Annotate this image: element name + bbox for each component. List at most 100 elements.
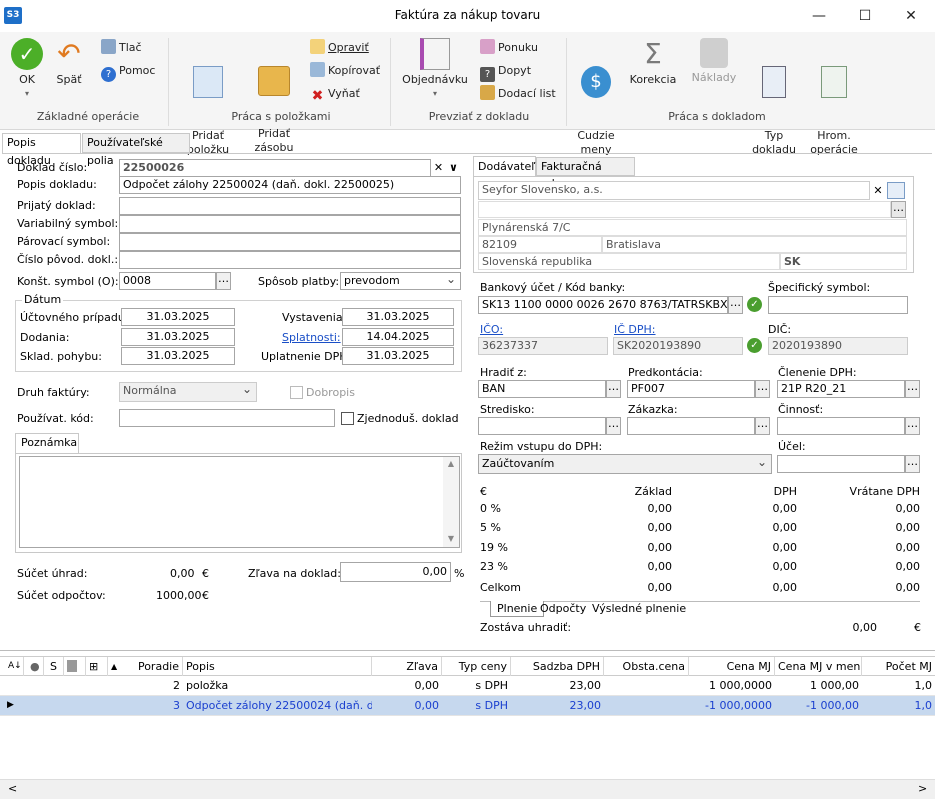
vat-date-field[interactable]: 31.03.2025	[342, 347, 454, 365]
tab-line	[2, 153, 932, 154]
pay-from-field[interactable]: BAN	[478, 380, 606, 398]
minimize-button[interactable]: —	[796, 0, 842, 32]
const-symbol-field[interactable]: 0008	[119, 272, 216, 290]
precontation-lookup-button[interactable]: …	[755, 380, 770, 398]
inquiry-button[interactable]: ? Dopyt	[480, 61, 532, 82]
supplier-name-field[interactable]: Seyfor Slovensko, a.s.	[478, 181, 870, 200]
sort-icon[interactable]: A↓	[5, 657, 24, 676]
supplier-lookup-button[interactable]: …	[891, 201, 906, 218]
supplier-extra-field[interactable]	[478, 201, 891, 218]
tab-supplier[interactable]: Dodávateľ	[473, 156, 536, 177]
user-code-label: Používat. kód:	[17, 412, 94, 425]
stock-date-field[interactable]: 31.03.2025	[121, 347, 235, 365]
received-doc-field[interactable]	[119, 197, 461, 215]
status-icon[interactable]: ●	[27, 657, 44, 676]
inquiry-label: Dopyt	[498, 64, 532, 77]
bank-lookup-button[interactable]: …	[728, 296, 743, 314]
help-button[interactable]: ? Pomoc	[101, 61, 155, 82]
orders-button[interactable]: Objednávku ▾	[400, 38, 470, 101]
center-field[interactable]	[478, 417, 606, 435]
column-vat-rate[interactable]: Sadzba DPH	[511, 657, 604, 676]
delivery-note-button[interactable]: Dodací list	[480, 84, 556, 104]
copy-label: Kopírovať	[328, 64, 381, 77]
group-separator	[566, 38, 567, 126]
subtab-result[interactable]: Výsledné plnenie	[588, 601, 690, 616]
scroll-right-icon[interactable]: >	[918, 782, 927, 795]
ok-button[interactable]: ✓ OK ▾	[8, 38, 46, 101]
issue-date-field[interactable]: 31.03.2025	[342, 308, 454, 326]
variable-symbol-field[interactable]	[119, 215, 461, 233]
orig-doc-label: Číslo pôvod. dokl.:	[17, 253, 119, 266]
const-symbol-lookup-button[interactable]: …	[216, 272, 231, 290]
calculator-icon[interactable]	[64, 657, 86, 676]
pay-from-lookup-button[interactable]: …	[606, 380, 621, 398]
close-button[interactable]: ✕	[888, 0, 934, 32]
discount-field[interactable]: 0,00	[340, 562, 451, 582]
table-row[interactable]: ▶ 3 Odpočet zálohy 22500024 (daň. dokl. 0,0…	[0, 696, 935, 716]
column-description[interactable]: Popis	[183, 657, 372, 676]
purpose-lookup-button[interactable]: …	[905, 455, 920, 473]
tree-icon[interactable]: ⊞	[86, 657, 108, 676]
simplified-checkbox[interactable]	[341, 412, 354, 425]
print-button[interactable]: Tlač	[101, 38, 142, 58]
tab-user-fields[interactable]: Používateľské polia	[82, 133, 190, 167]
chevron-down-icon[interactable]: ∨	[446, 159, 461, 177]
bank-account-field[interactable]: SK13 1100 0000 0026 2670 8763/TATRSKBX	[478, 296, 728, 314]
vat-mode-select[interactable]: Zaúčtovaním	[478, 454, 772, 474]
remove-button[interactable]: ✖ Vyňať	[310, 84, 360, 104]
due-date-link[interactable]: Splatnosti:	[282, 331, 341, 344]
activity-field[interactable]	[777, 417, 905, 435]
column-order[interactable]: ▲ Poradie	[108, 657, 183, 676]
tab-doc-description[interactable]: Popis dokladu	[2, 133, 81, 167]
column-unit-price-currency[interactable]: Cena MJ v mene	[775, 657, 862, 676]
column-s[interactable]: S	[44, 657, 64, 676]
clear-icon[interactable]: ✕	[431, 159, 446, 177]
payment-method-select[interactable]: prevodom	[340, 272, 461, 290]
precontation-field[interactable]: PF007	[627, 380, 755, 398]
payment-method-label: Spôsob platby:	[258, 275, 340, 288]
offer-button[interactable]: Ponuku	[480, 38, 538, 58]
back-button[interactable]: ↶ Späť	[50, 38, 88, 87]
column-discount[interactable]: Zľava	[372, 657, 442, 676]
delivery-date-field[interactable]: 31.03.2025	[121, 328, 235, 346]
column-unit-price[interactable]: Cena MJ	[689, 657, 775, 676]
accounting-date-field[interactable]: 31.03.2025	[121, 308, 235, 326]
user-code-field[interactable]	[119, 409, 335, 427]
vat-division-field[interactable]: 21P R20_21	[777, 380, 905, 398]
orig-doc-field[interactable]	[119, 251, 461, 269]
correction-button[interactable]: Σ Korekcia	[626, 38, 680, 87]
copy-button[interactable]: Kopírovať	[310, 61, 380, 81]
vat-division-lookup-button[interactable]: …	[905, 380, 920, 398]
edit-button[interactable]: Opraviť	[310, 38, 369, 58]
purpose-field[interactable]	[777, 455, 905, 473]
note-scrollbar[interactable]: ▲ ▼	[443, 457, 459, 547]
specific-symbol-field[interactable]	[768, 296, 908, 314]
costs-button[interactable]: Náklady	[688, 38, 740, 85]
clear-icon[interactable]: ✕	[871, 182, 885, 199]
icdph-link[interactable]: IČ DPH:	[614, 323, 656, 336]
pairing-symbol-field[interactable]	[119, 233, 461, 251]
doc-number-field[interactable]: 22500026	[119, 159, 431, 177]
vat-rate: 19 %	[480, 541, 508, 554]
due-date-field[interactable]: 14.04.2025	[342, 328, 454, 346]
column-quantity[interactable]: Počet MJ	[862, 657, 935, 676]
table-row[interactable]: 2 položka 0,00 s DPH 23,00 1 000,0000 1 000,00…	[0, 676, 935, 696]
note-textarea[interactable]	[19, 456, 460, 548]
order-lookup-button[interactable]: …	[755, 417, 770, 435]
column-price-type[interactable]: Typ ceny	[442, 657, 511, 676]
activity-lookup-button[interactable]: …	[905, 417, 920, 435]
description-field[interactable]: Odpočet zálohy 22500024 (daň. dokl. 2250…	[119, 176, 461, 194]
address-book-icon[interactable]	[887, 182, 905, 199]
invoice-type-select[interactable]: Normálna	[119, 382, 257, 402]
tab-note[interactable]: Poznámka	[15, 433, 79, 453]
scroll-left-icon[interactable]: <	[8, 782, 17, 795]
ico-link[interactable]: IČO:	[480, 323, 503, 336]
order-field[interactable]	[627, 417, 755, 435]
tab-billing-address[interactable]: Fakturačná adresa	[536, 157, 635, 190]
maximize-button[interactable]: ☐	[842, 0, 888, 32]
center-lookup-button[interactable]: …	[606, 417, 621, 435]
column-purchase-price[interactable]: Obsta.cena	[604, 657, 689, 676]
credit-note-checkbox[interactable]	[290, 386, 303, 399]
horizontal-scrollbar[interactable]: < >	[0, 779, 935, 799]
subtab-deductions[interactable]: Odpočty	[536, 601, 590, 616]
